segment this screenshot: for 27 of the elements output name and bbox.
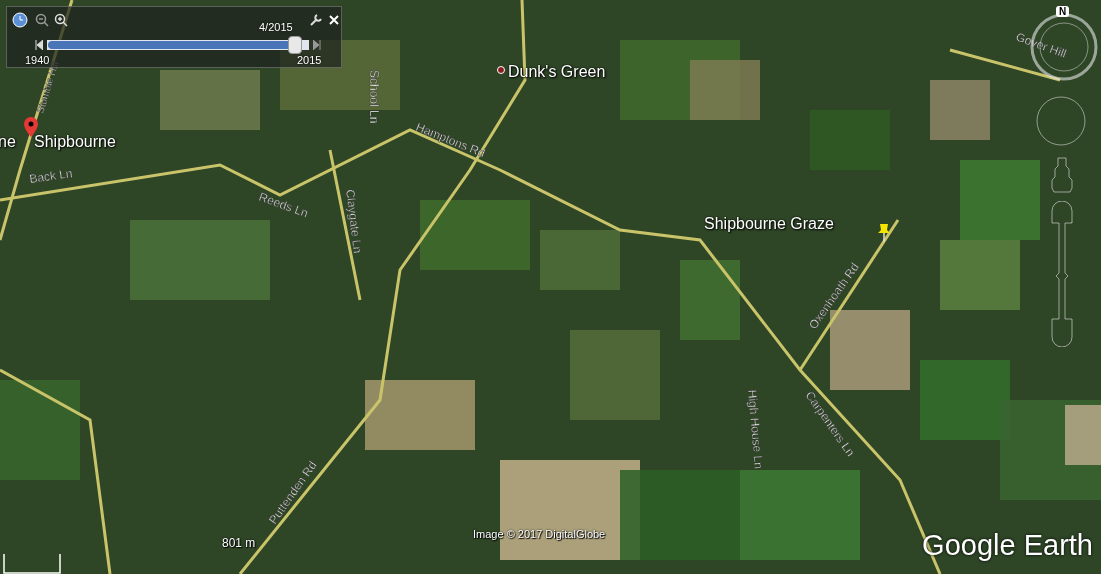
road-label: Back Ln (28, 166, 74, 186)
place-dot-icon (497, 66, 505, 74)
start-year: 1940 (25, 54, 50, 66)
scale-label: 801 m (222, 536, 256, 550)
zoom-out-icon[interactable] (33, 11, 51, 29)
clock-icon[interactable] (11, 11, 29, 29)
current-date: 4/2015 (259, 21, 293, 33)
location-pin-icon (24, 117, 38, 137)
road-label: Reeds Ln (256, 189, 311, 221)
road-label: High House Ln (745, 389, 766, 470)
place-label: Shipbourne (34, 133, 116, 151)
road-label: School Ln (367, 70, 381, 124)
road-label: Gover Hill (1013, 29, 1069, 61)
pushpin-icon (876, 222, 892, 242)
skip-start-icon[interactable] (35, 40, 43, 50)
road-label: Claygate Ln (343, 188, 365, 254)
skip-end-icon[interactable] (313, 40, 321, 50)
zoom-slider-icon[interactable] (1051, 201, 1073, 347)
time-slider-thumb[interactable] (288, 36, 303, 54)
scale-bar (3, 554, 61, 574)
zoom-in-icon[interactable] (52, 11, 70, 29)
compass-north: N (1056, 6, 1070, 17)
field-patch (930, 80, 990, 140)
pegman-icon[interactable] (1051, 157, 1073, 193)
place-label: Shipbourne Graze (704, 215, 834, 233)
end-year: 2015 (297, 54, 322, 66)
look-joystick-icon[interactable] (1035, 95, 1087, 147)
